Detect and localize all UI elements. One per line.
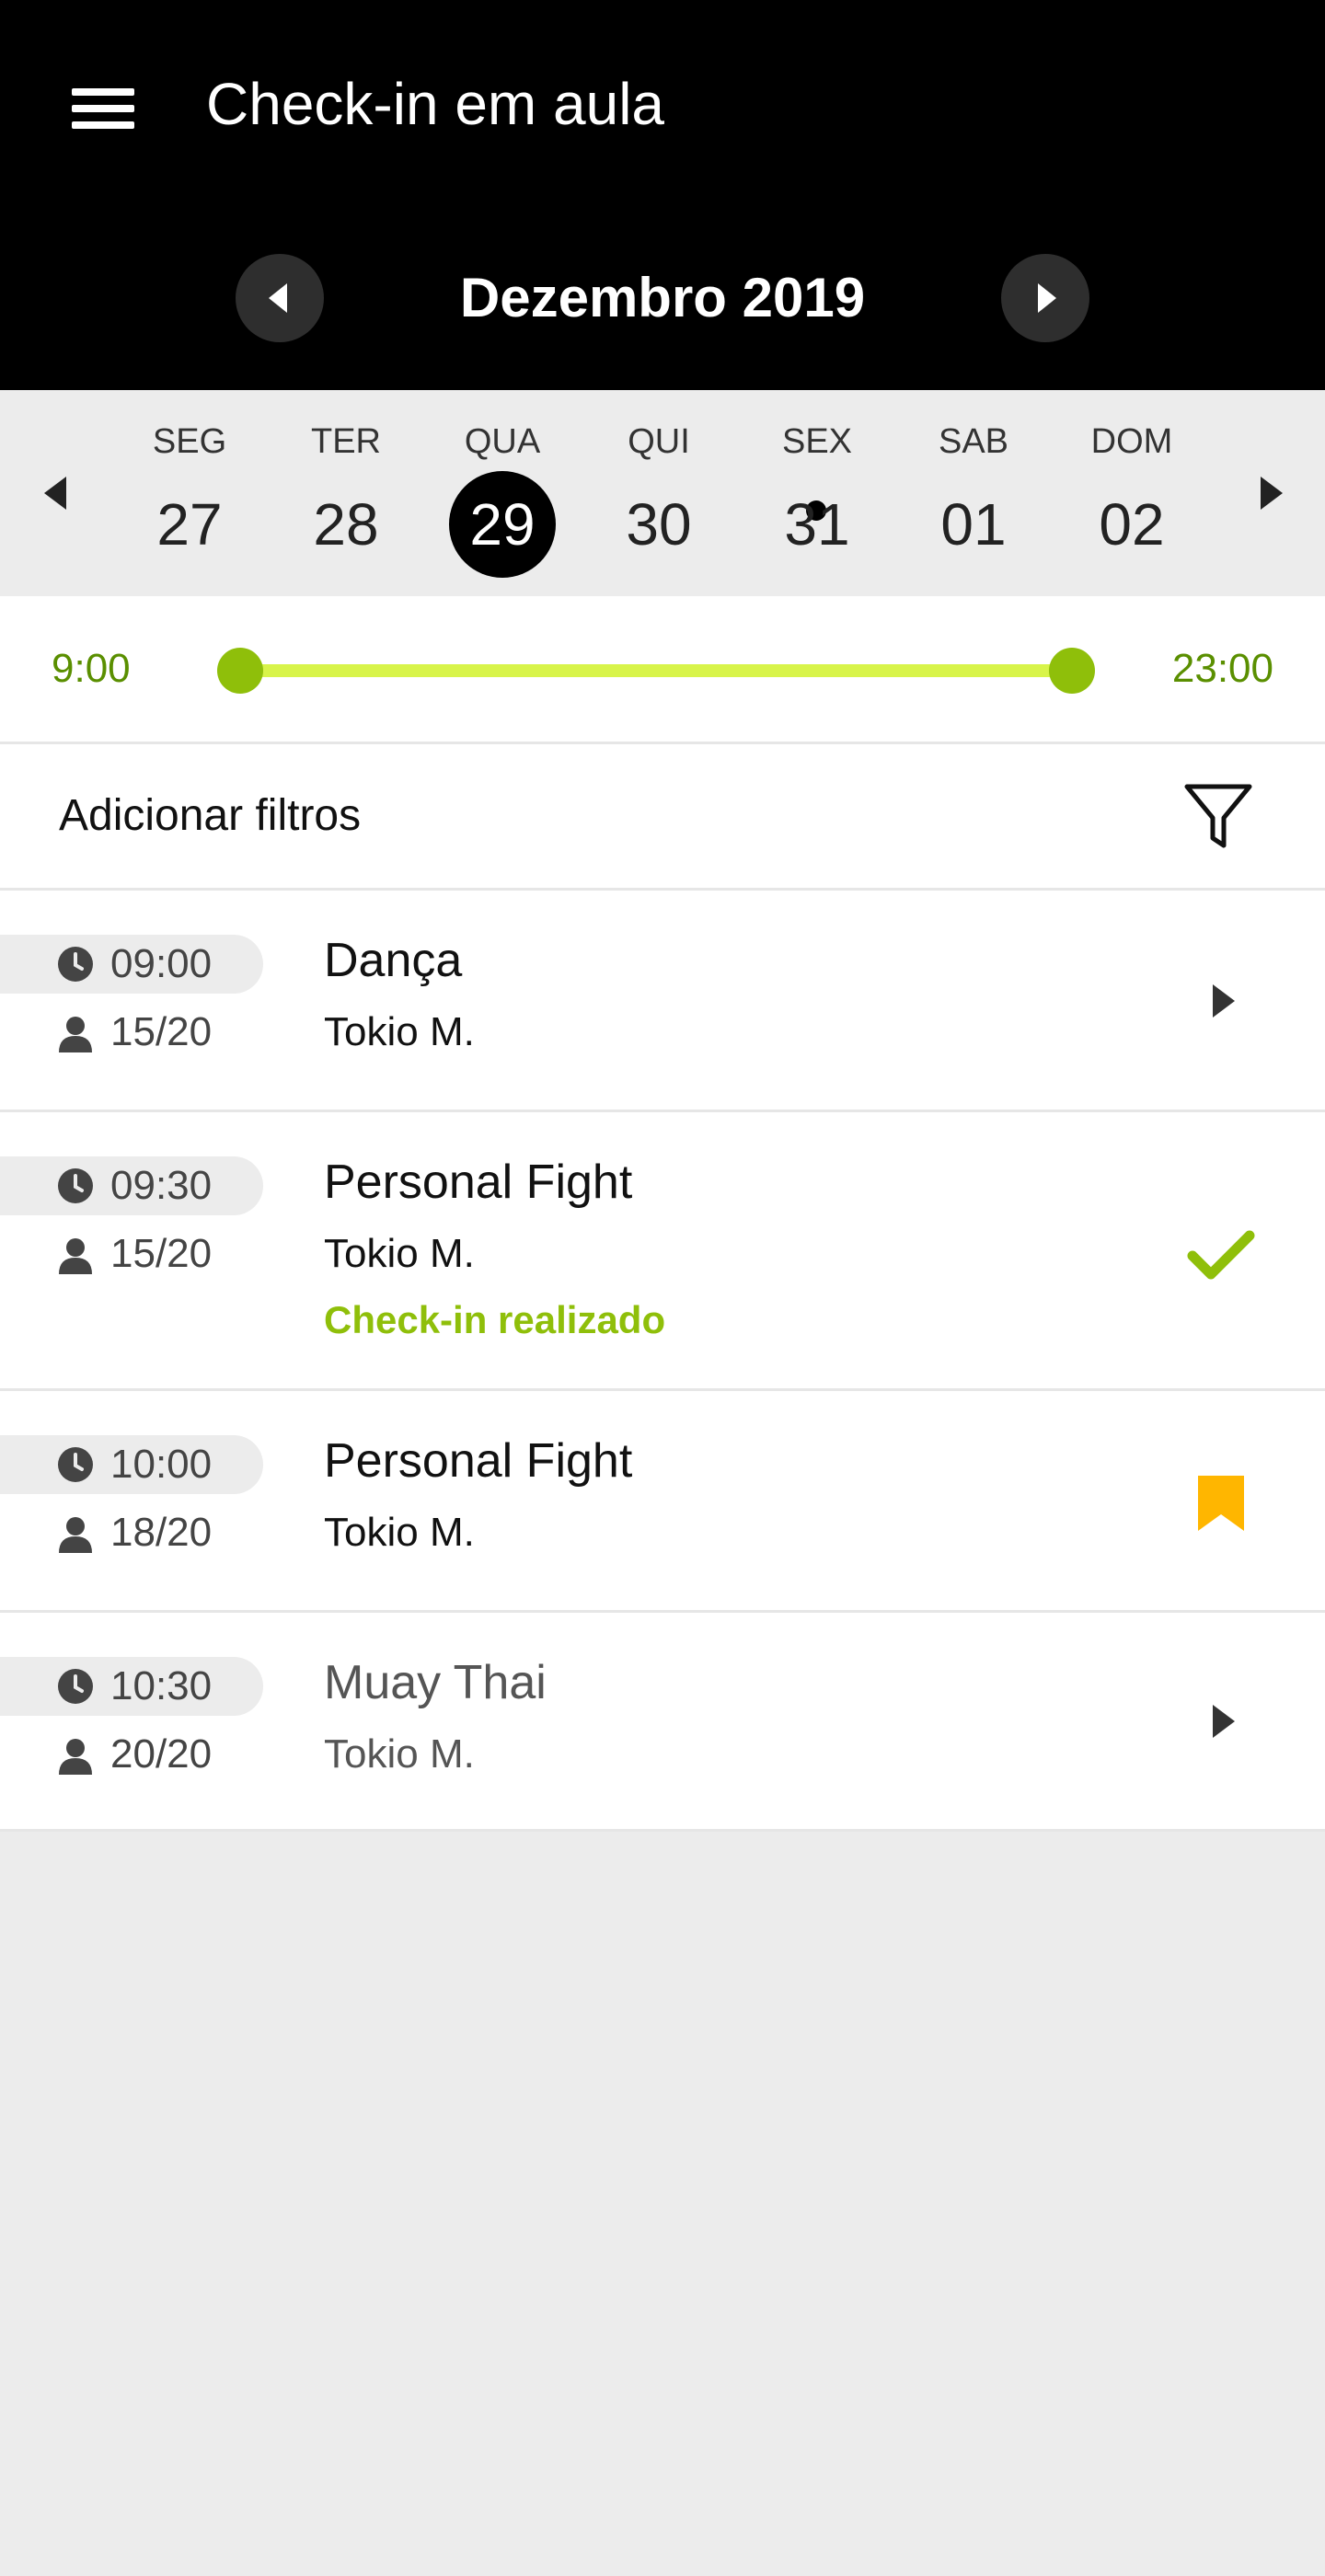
day-name: QUI xyxy=(628,422,690,461)
next-week-button[interactable] xyxy=(1250,473,1290,513)
checkin-status: Check-in realizado xyxy=(324,1298,666,1341)
clock-icon xyxy=(58,1669,93,1704)
range-start-label: 9:00 xyxy=(52,646,131,691)
chevron-right-icon[interactable] xyxy=(1209,981,1240,1021)
triangle-right-icon xyxy=(1261,477,1283,510)
time-range-filter: 9:00 23:00 xyxy=(0,596,1325,744)
day-mon[interactable]: SEG 27 xyxy=(116,421,263,578)
class-row[interactable]: 10:30 20/20 Muay Thai Tokio M. xyxy=(0,1613,1325,1832)
day-number: 31 xyxy=(784,491,850,558)
day-number: 28 xyxy=(313,491,379,558)
triangle-left-icon xyxy=(44,477,66,510)
person-icon xyxy=(59,1017,92,1052)
time-pill: 09:30 xyxy=(0,1156,263,1215)
class-capacity: 15/20 xyxy=(110,1009,213,1054)
day-name: SAB xyxy=(938,422,1009,461)
triangle-right-icon xyxy=(1038,283,1056,313)
class-name: Personal Fight xyxy=(324,1434,633,1488)
class-time: 10:00 xyxy=(110,1442,213,1487)
class-time: 10:30 xyxy=(110,1663,213,1708)
previous-week-button[interactable] xyxy=(37,473,77,513)
day-number: 27 xyxy=(156,491,223,558)
previous-month-button[interactable] xyxy=(236,254,324,342)
class-name: Dança xyxy=(324,934,463,987)
day-sun[interactable]: DOM 02 xyxy=(1058,421,1205,578)
class-capacity: 15/20 xyxy=(110,1231,213,1276)
triangle-left-icon xyxy=(269,283,287,313)
day-wed-selected[interactable]: QUA 29 xyxy=(429,421,576,578)
day-fri[interactable]: SEX 31 xyxy=(743,421,891,578)
class-capacity: 20/20 xyxy=(110,1731,213,1777)
range-end-handle[interactable] xyxy=(1049,648,1095,694)
app-header: Check-in em aula Dezembro 2019 xyxy=(0,0,1325,390)
day-number: 30 xyxy=(626,491,692,558)
class-row[interactable]: 10:00 18/20 Personal Fight Tokio M. xyxy=(0,1391,1325,1613)
class-teacher: Tokio M. xyxy=(324,1009,475,1054)
add-filters-label: Adicionar filtros xyxy=(59,791,362,840)
day-thu[interactable]: QUI 30 xyxy=(585,421,732,578)
bookmark-icon[interactable] xyxy=(1196,1474,1246,1533)
time-pill: 10:30 xyxy=(0,1657,263,1716)
person-icon xyxy=(59,1517,92,1553)
day-name: DOM xyxy=(1090,422,1173,461)
day-name: SEG xyxy=(152,422,227,461)
range-end-label: 23:00 xyxy=(1171,646,1273,691)
class-teacher: Tokio M. xyxy=(324,1510,475,1555)
class-name: Personal Fight xyxy=(324,1156,633,1209)
person-icon xyxy=(59,1739,92,1775)
day-number: 01 xyxy=(940,491,1007,558)
day-tue[interactable]: TER 28 xyxy=(272,421,420,578)
page-title: Check-in em aula xyxy=(206,71,664,137)
add-filters-row[interactable]: Adicionar filtros xyxy=(0,744,1325,891)
hamburger-menu-icon[interactable] xyxy=(72,88,134,129)
chevron-right-icon[interactable] xyxy=(1209,1701,1240,1742)
class-row[interactable]: 09:30 15/20 Personal Fight Tokio M. Chec… xyxy=(0,1112,1325,1391)
funnel-icon[interactable] xyxy=(1183,781,1253,851)
class-time: 09:30 xyxy=(110,1163,213,1208)
clock-icon xyxy=(58,1447,93,1482)
clock-icon xyxy=(58,1168,93,1203)
class-capacity: 18/20 xyxy=(110,1510,213,1555)
month-label: Dezembro 2019 xyxy=(459,267,866,328)
next-month-button[interactable] xyxy=(1001,254,1089,342)
day-name: SEX xyxy=(781,422,853,461)
class-teacher: Tokio M. xyxy=(324,1231,475,1276)
class-time: 09:00 xyxy=(110,941,213,986)
range-start-handle[interactable] xyxy=(217,648,263,694)
person-icon xyxy=(59,1238,92,1274)
range-slider-track[interactable] xyxy=(239,664,1073,677)
day-number: 29 xyxy=(449,471,556,578)
day-name: QUA xyxy=(464,422,541,461)
time-pill: 10:00 xyxy=(0,1435,263,1494)
class-teacher: Tokio M. xyxy=(324,1731,475,1777)
week-strip: SEG 27 TER 28 QUA 29 QUI 30 SEX 31 SAB 0… xyxy=(0,390,1325,596)
checkmark-icon[interactable] xyxy=(1187,1228,1255,1282)
day-name: TER xyxy=(311,422,381,461)
class-row[interactable]: 09:00 15/20 Dança Tokio M. xyxy=(0,891,1325,1112)
day-number: 02 xyxy=(1099,491,1165,558)
day-sat[interactable]: SAB 01 xyxy=(900,421,1047,578)
clock-icon xyxy=(58,947,93,982)
time-pill: 09:00 xyxy=(0,935,263,994)
class-name: Muay Thai xyxy=(324,1656,547,1709)
